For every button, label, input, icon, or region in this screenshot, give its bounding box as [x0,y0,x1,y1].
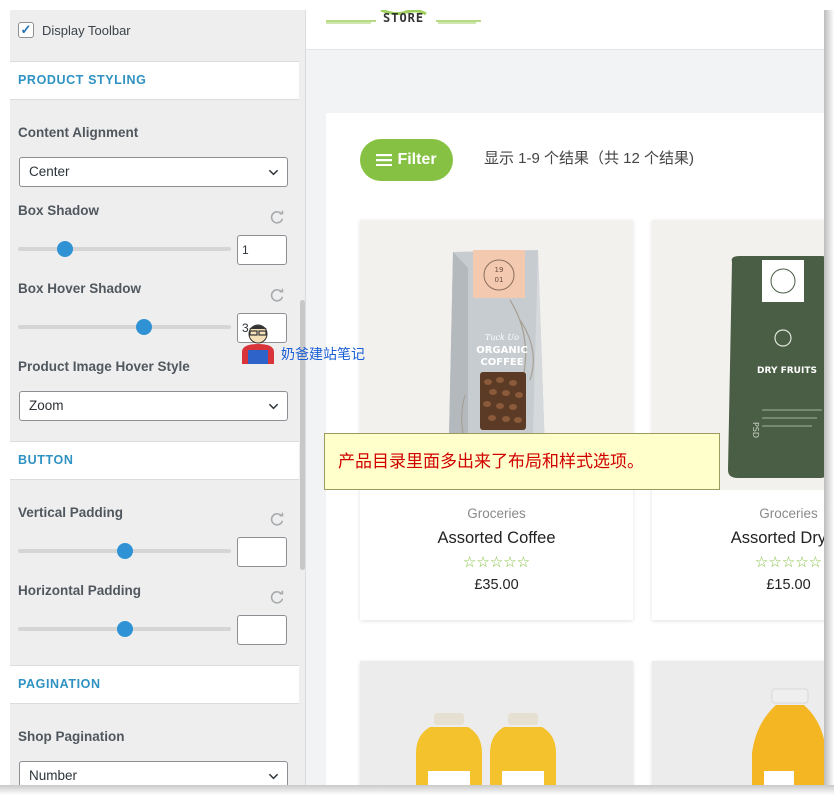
display-toolbar-row[interactable]: ✓ Display Toolbar [18,22,131,38]
reset-icon[interactable] [269,511,285,527]
avatar-icon [242,324,274,364]
box-hover-shadow-slider[interactable] [18,319,231,335]
annotation-note: 产品目录里面多出来了布局和样式选项。 [324,433,720,490]
pagination-heading: PAGINATION [10,665,299,704]
product-category[interactable]: Groceries [360,506,633,521]
package-small-text: Tuck Uo [485,333,519,342]
horizontal-padding-slider-thumb[interactable] [116,621,133,637]
badge-top-text: 19 [495,266,504,274]
vertical-padding-slider-thumb[interactable] [116,543,133,559]
image-hover-style-label: Product Image Hover Style [18,359,190,374]
product-image[interactable] [360,661,633,785]
image-hover-style-select[interactable]: Zoom [19,391,288,421]
frame-shadow-right [824,10,834,795]
star-rating: ☆☆☆☆☆ [462,554,531,571]
content-alignment-select[interactable]: Center [19,157,288,187]
box-shadow-slider-thumb[interactable] [56,241,73,257]
image-hover-style-value: Zoom [29,398,64,413]
vertical-padding-slider[interactable] [18,543,231,559]
store-logo-text: STORE [383,11,425,25]
product-image[interactable] [652,661,824,785]
frame-shadow-bottom [0,785,834,795]
product-title[interactable]: Assorted Dry Fr [652,529,824,548]
store-preview: STORE Filter 显示 1-9 个结果（共 12 个结果) 19 01 … [306,10,824,785]
chevron-down-icon [268,169,279,176]
filter-button[interactable]: Filter [360,139,453,181]
product-card[interactable] [652,661,824,785]
content-alignment-label: Content Alignment [18,125,139,140]
result-count: 显示 1-9 个结果（共 12 个结果) [484,150,695,167]
chevron-down-icon [268,403,279,410]
package-brand-text: ORGANIC [476,345,528,356]
juice-bottle-image [652,661,824,785]
watermark-text: 奶爸建站笔记 [281,346,365,362]
customizer-panel: ✓ Display Toolbar PRODUCT STYLING Conten… [10,10,306,785]
product-card[interactable]: 19 01 Tuck Uo ORGANIC COFFEE Groceries A… [360,220,633,620]
checkmark-icon: ✓ [20,22,32,37]
package-side-text: PSD [751,422,760,438]
box-hover-shadow-slider-thumb[interactable] [135,319,152,335]
product-card[interactable] [360,661,633,785]
reset-icon[interactable] [269,589,285,605]
box-hover-shadow-label: Box Hover Shadow [18,281,142,296]
shop-pagination-label: Shop Pagination [18,729,125,744]
product-title[interactable]: Assorted Coffee [360,529,633,548]
juice-bottles-image [360,661,633,785]
product-styling-heading: PRODUCT STYLING [10,61,299,100]
display-toolbar-checkbox[interactable]: ✓ [18,22,34,38]
product-price: £35.00 [474,577,519,593]
package-brand-text: DRY FRUITS [757,366,817,376]
reset-icon[interactable] [269,209,285,225]
product-card[interactable]: DRY FRUITS PSD Groceries Assorted Dry Fr… [652,220,824,620]
content-alignment-value: Center [29,164,70,179]
filter-label: Filter [397,151,437,168]
horizontal-padding-label: Horizontal Padding [18,583,141,598]
package-brand2-text: COFFEE [480,357,523,368]
shop-pagination-value: Number [29,768,78,783]
star-rating: ☆☆☆☆☆ [754,554,823,571]
chevron-down-icon [268,773,279,780]
display-toolbar-label: Display Toolbar [42,22,131,38]
button-heading: BUTTON [10,441,299,480]
watermark: 奶爸建站笔记 [238,322,388,368]
product-category[interactable]: Groceries [652,506,824,521]
box-shadow-input[interactable]: 1 [237,235,287,265]
product-price: £15.00 [766,577,811,593]
horizontal-padding-slider[interactable] [18,621,231,637]
reset-icon[interactable] [269,287,285,303]
box-shadow-slider[interactable] [18,241,231,257]
vertical-padding-label: Vertical Padding [18,505,124,520]
menu-icon [376,154,393,166]
shop-pagination-select[interactable]: Number [19,761,288,785]
badge-bottom-text: 01 [495,276,504,284]
horizontal-padding-input[interactable] [237,615,287,645]
store-header: STORE [306,10,824,50]
vertical-padding-input[interactable] [237,537,287,567]
box-shadow-label: Box Shadow [18,203,100,218]
